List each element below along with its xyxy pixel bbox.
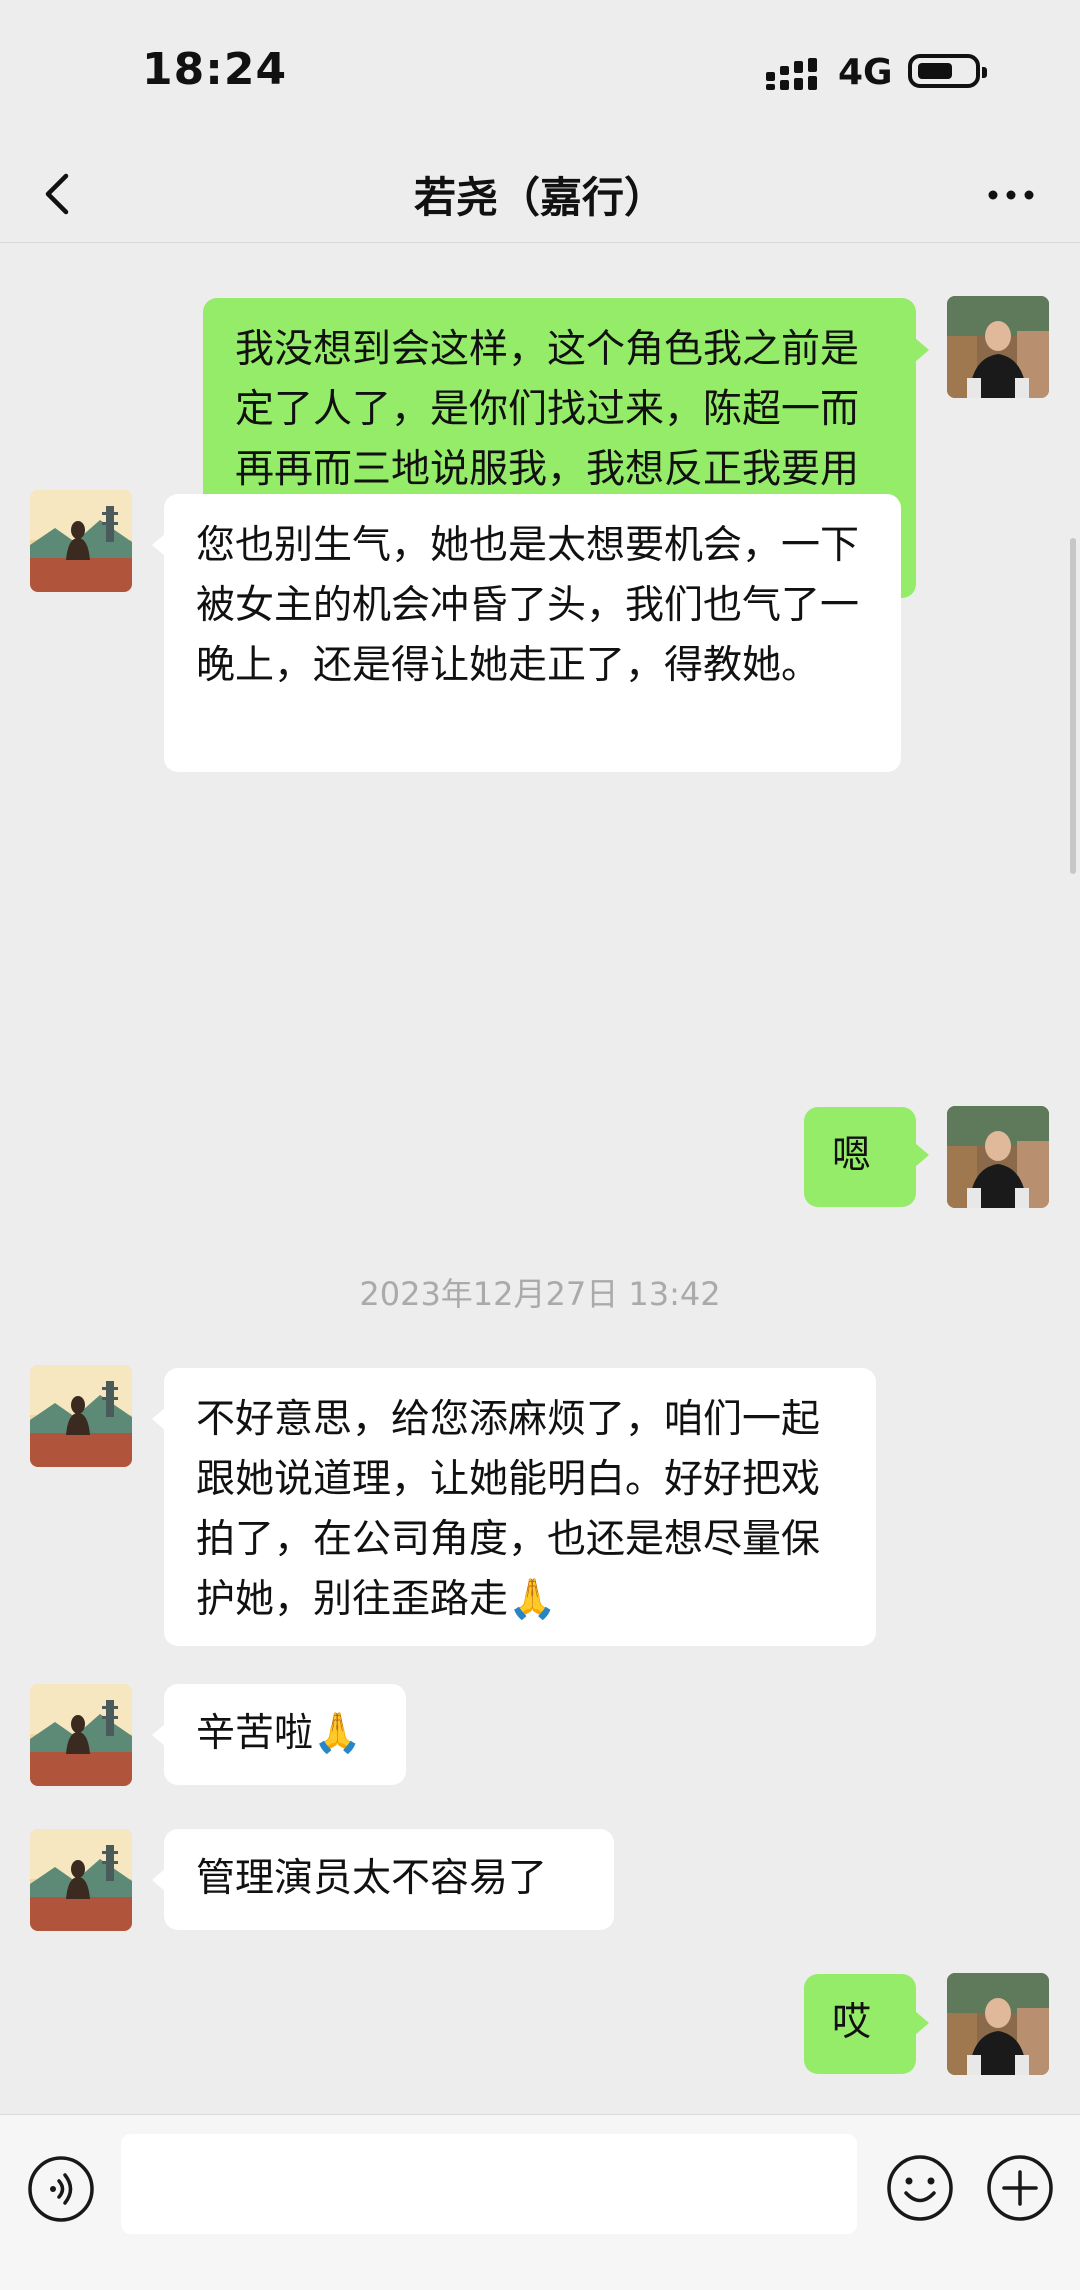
message-text: 嗯 — [832, 1133, 872, 1178]
avatar-other[interactable] — [30, 1829, 132, 1931]
avatar-other[interactable] — [30, 1684, 132, 1786]
message-text: 辛苦啦🙏 — [196, 1711, 362, 1756]
avatar-other[interactable] — [30, 490, 132, 592]
avatar-self[interactable] — [947, 296, 1049, 398]
message-timestamp: 2023年12月27日 13:42 — [359, 1275, 721, 1313]
battery-icon — [908, 54, 987, 88]
network-type: 4G — [838, 52, 893, 93]
signal-icon — [766, 58, 817, 90]
message-bubble-other[interactable]: 辛苦啦🙏 — [164, 1684, 406, 1785]
plus-icon[interactable] — [984, 2152, 1056, 2224]
message-text: 不好意思，给您添麻烦了，咱们一起跟她说道理，让她能明白。好好把戏拍了，在公司角度… — [196, 1397, 821, 1622]
message-list[interactable]: 我没想到会这样，这个角色我之前是定了人了，是你们找过来，陈超一而再再而三地说服我… — [0, 243, 1080, 2113]
message-bubble-self[interactable]: 哎 — [804, 1974, 916, 2074]
bubble-tail — [915, 1143, 929, 1167]
chat-title: 若尧（嘉行） — [413, 173, 666, 222]
input-bar — [0, 2114, 1080, 2290]
message-bubble-other[interactable]: 管理演员太不容易了 — [164, 1829, 614, 1930]
message-text: 您也别生气，她也是太想要机会，一下被女主的机会冲昏了头，我们也气了一晚上，还是得… — [196, 523, 860, 688]
bubble-tail — [915, 2011, 929, 2035]
status-bar: 18:24 4G — [0, 0, 1080, 150]
status-time: 18:24 — [142, 44, 288, 95]
bubble-tail — [915, 338, 929, 362]
message-bubble-self[interactable]: 嗯 — [804, 1107, 916, 1207]
avatar-other[interactable] — [30, 1365, 132, 1467]
message-bubble-other[interactable]: 不好意思，给您添麻烦了，咱们一起跟她说道理，让她能明白。好好把戏拍了，在公司角度… — [164, 1368, 876, 1646]
message-text: 哎 — [832, 2000, 872, 2045]
more-dots-icon[interactable] — [986, 180, 1036, 210]
avatar-self[interactable] — [947, 1973, 1049, 2075]
emoji-icon[interactable] — [884, 2152, 956, 2224]
chat-header: 若尧（嘉行） — [0, 150, 1080, 243]
message-bubble-other[interactable]: 您也别生气，她也是太想要机会，一下被女主的机会冲昏了头，我们也气了一晚上，还是得… — [164, 494, 901, 772]
voice-icon[interactable] — [26, 2154, 96, 2224]
avatar-self[interactable] — [947, 1106, 1049, 1208]
message-input[interactable] — [121, 2134, 857, 2234]
scrollbar[interactable] — [1070, 538, 1076, 874]
message-text: 管理演员太不容易了 — [196, 1856, 548, 1901]
